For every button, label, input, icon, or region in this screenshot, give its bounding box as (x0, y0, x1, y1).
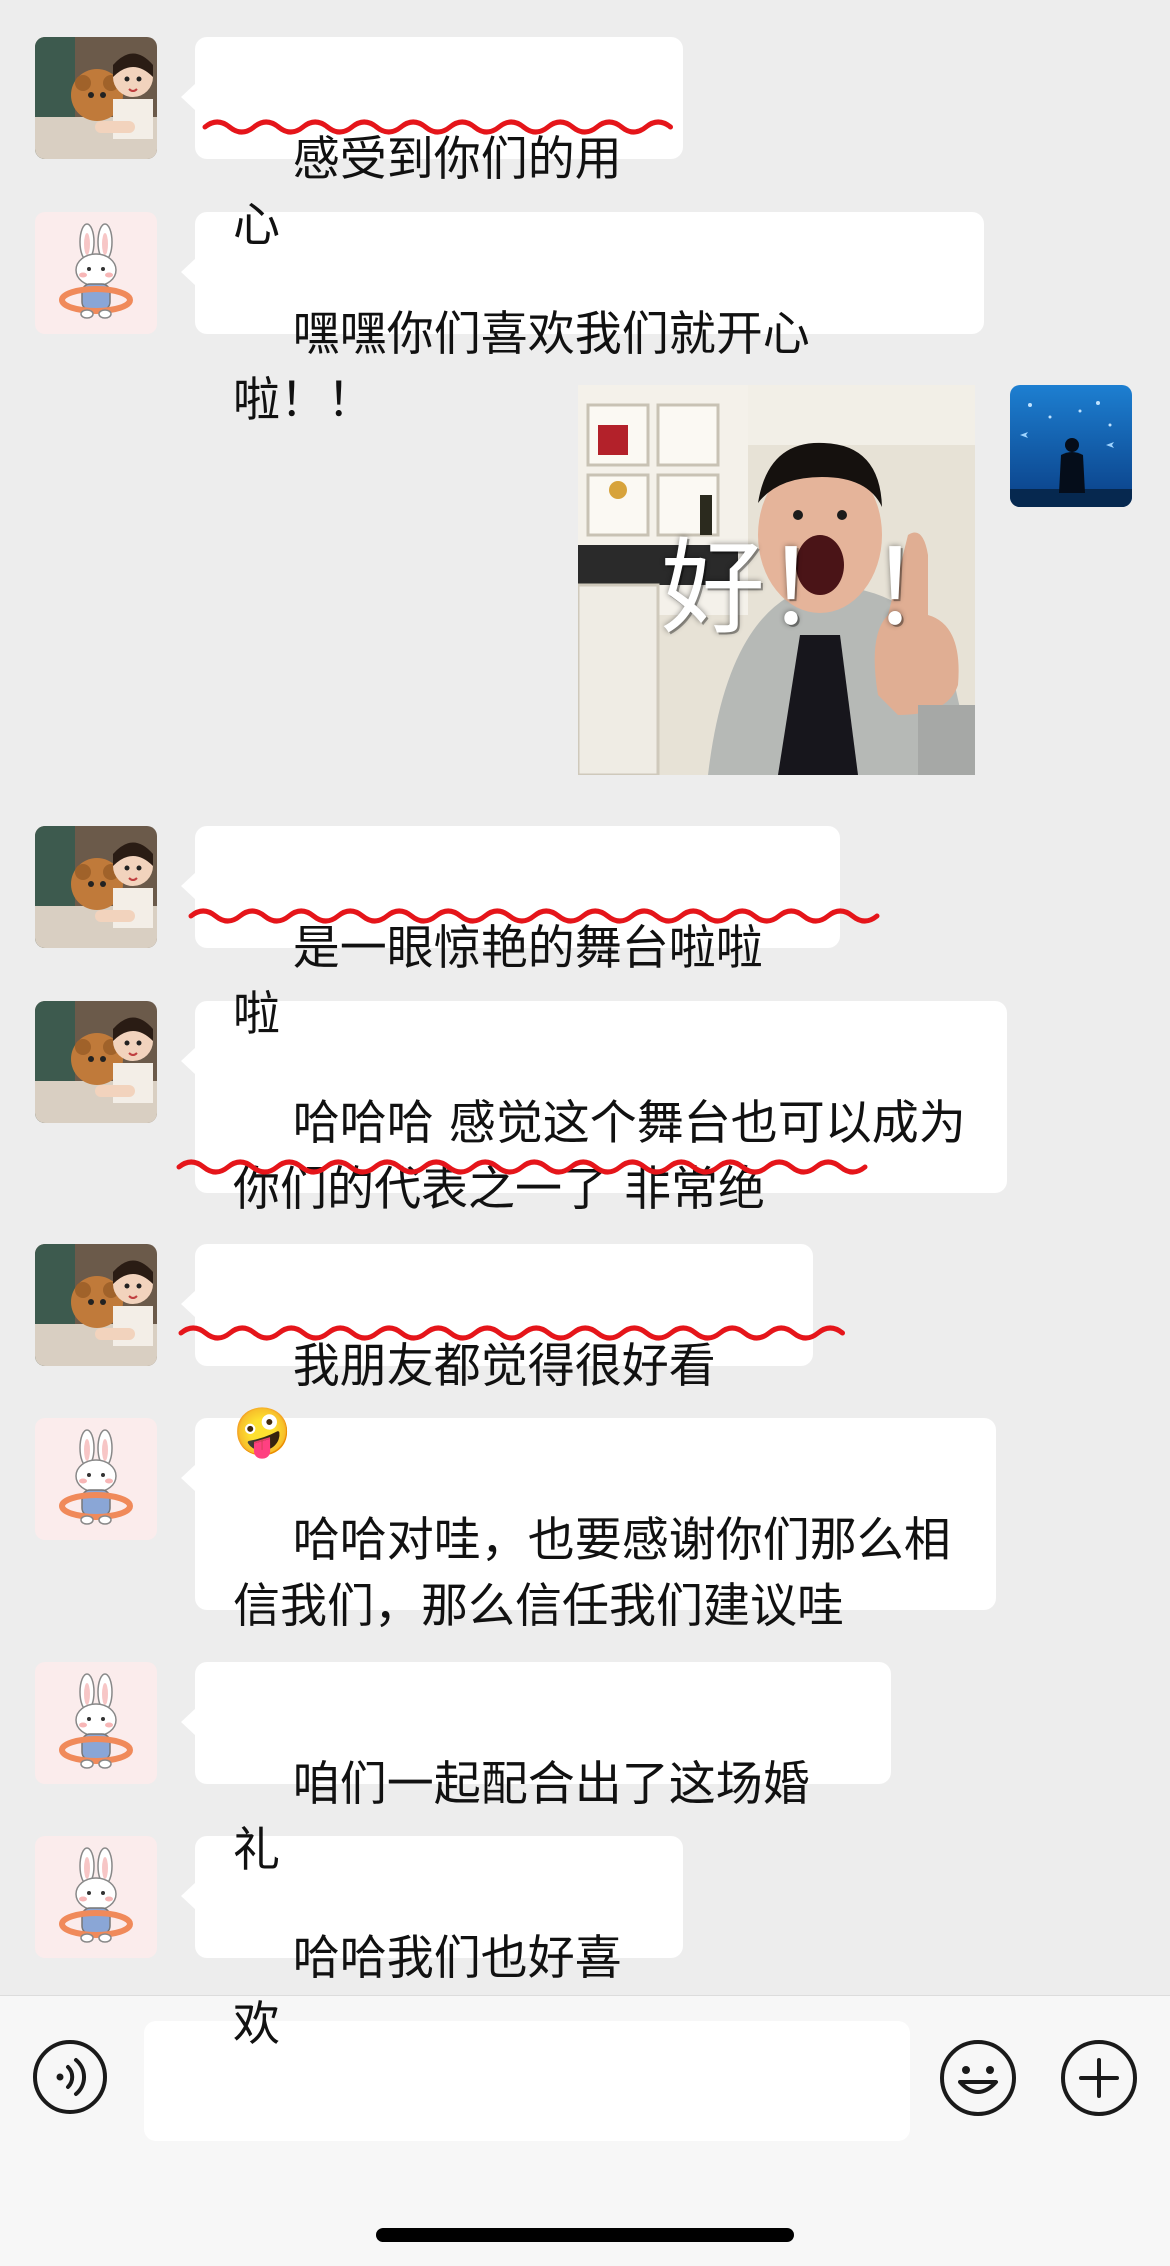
plus-icon[interactable] (1059, 2038, 1139, 2118)
avatar-other-user[interactable] (35, 1244, 157, 1366)
emoji-icon[interactable] (938, 2038, 1018, 2118)
voice-icon[interactable] (31, 2038, 109, 2116)
avatar-other-user[interactable] (35, 37, 157, 159)
avatar-merchant[interactable] (35, 1836, 157, 1958)
avatar-other-user[interactable] (35, 826, 157, 948)
avatar-merchant[interactable] (35, 1662, 157, 1784)
message-bubble[interactable]: 是一眼惊艳的舞台啦啦啦 (181, 826, 840, 1042)
message-bubble[interactable]: 我朋友都觉得很好看 🤪 (181, 1244, 813, 1460)
home-indicator[interactable] (376, 2228, 794, 2242)
avatar-other-user[interactable] (35, 1001, 157, 1123)
message-bubble[interactable]: 咱们一起配合出了这场婚礼 (181, 1662, 891, 1878)
avatar-merchant[interactable] (35, 212, 157, 334)
message-bubble[interactable]: 嘿嘿你们喜欢我们就开心啦！！ (181, 212, 984, 428)
avatar-merchant[interactable] (35, 1418, 157, 1540)
message-bubble[interactable]: 哈哈哈 感觉这个舞台也可以成为 你们的代表之一了 非常绝 (181, 1001, 1007, 1217)
message-text: 哈哈哈 感觉这个舞台也可以成为 你们的代表之一了 非常绝 (233, 1096, 966, 1217)
chat-message-list[interactable]: 感受到你们的用心 嘿嘿你们喜欢我们就开心啦！！ 好！！ 是一眼惊艳的舞台啦啦啦 … (0, 0, 1170, 2052)
avatar-self[interactable] (1010, 385, 1132, 507)
sticker-image[interactable]: 好！！ (578, 385, 975, 775)
message-bubble[interactable]: 哈哈对哇，也要感谢你们那么相 信我们，那么信任我们建议哇 (181, 1418, 996, 1634)
message-text: 哈哈对哇，也要感谢你们那么相 信我们，那么信任我们建议哇 (233, 1513, 951, 1634)
sticker-caption: 好！！ (661, 527, 974, 649)
message-bubble[interactable]: 感受到你们的用心 (181, 37, 683, 253)
